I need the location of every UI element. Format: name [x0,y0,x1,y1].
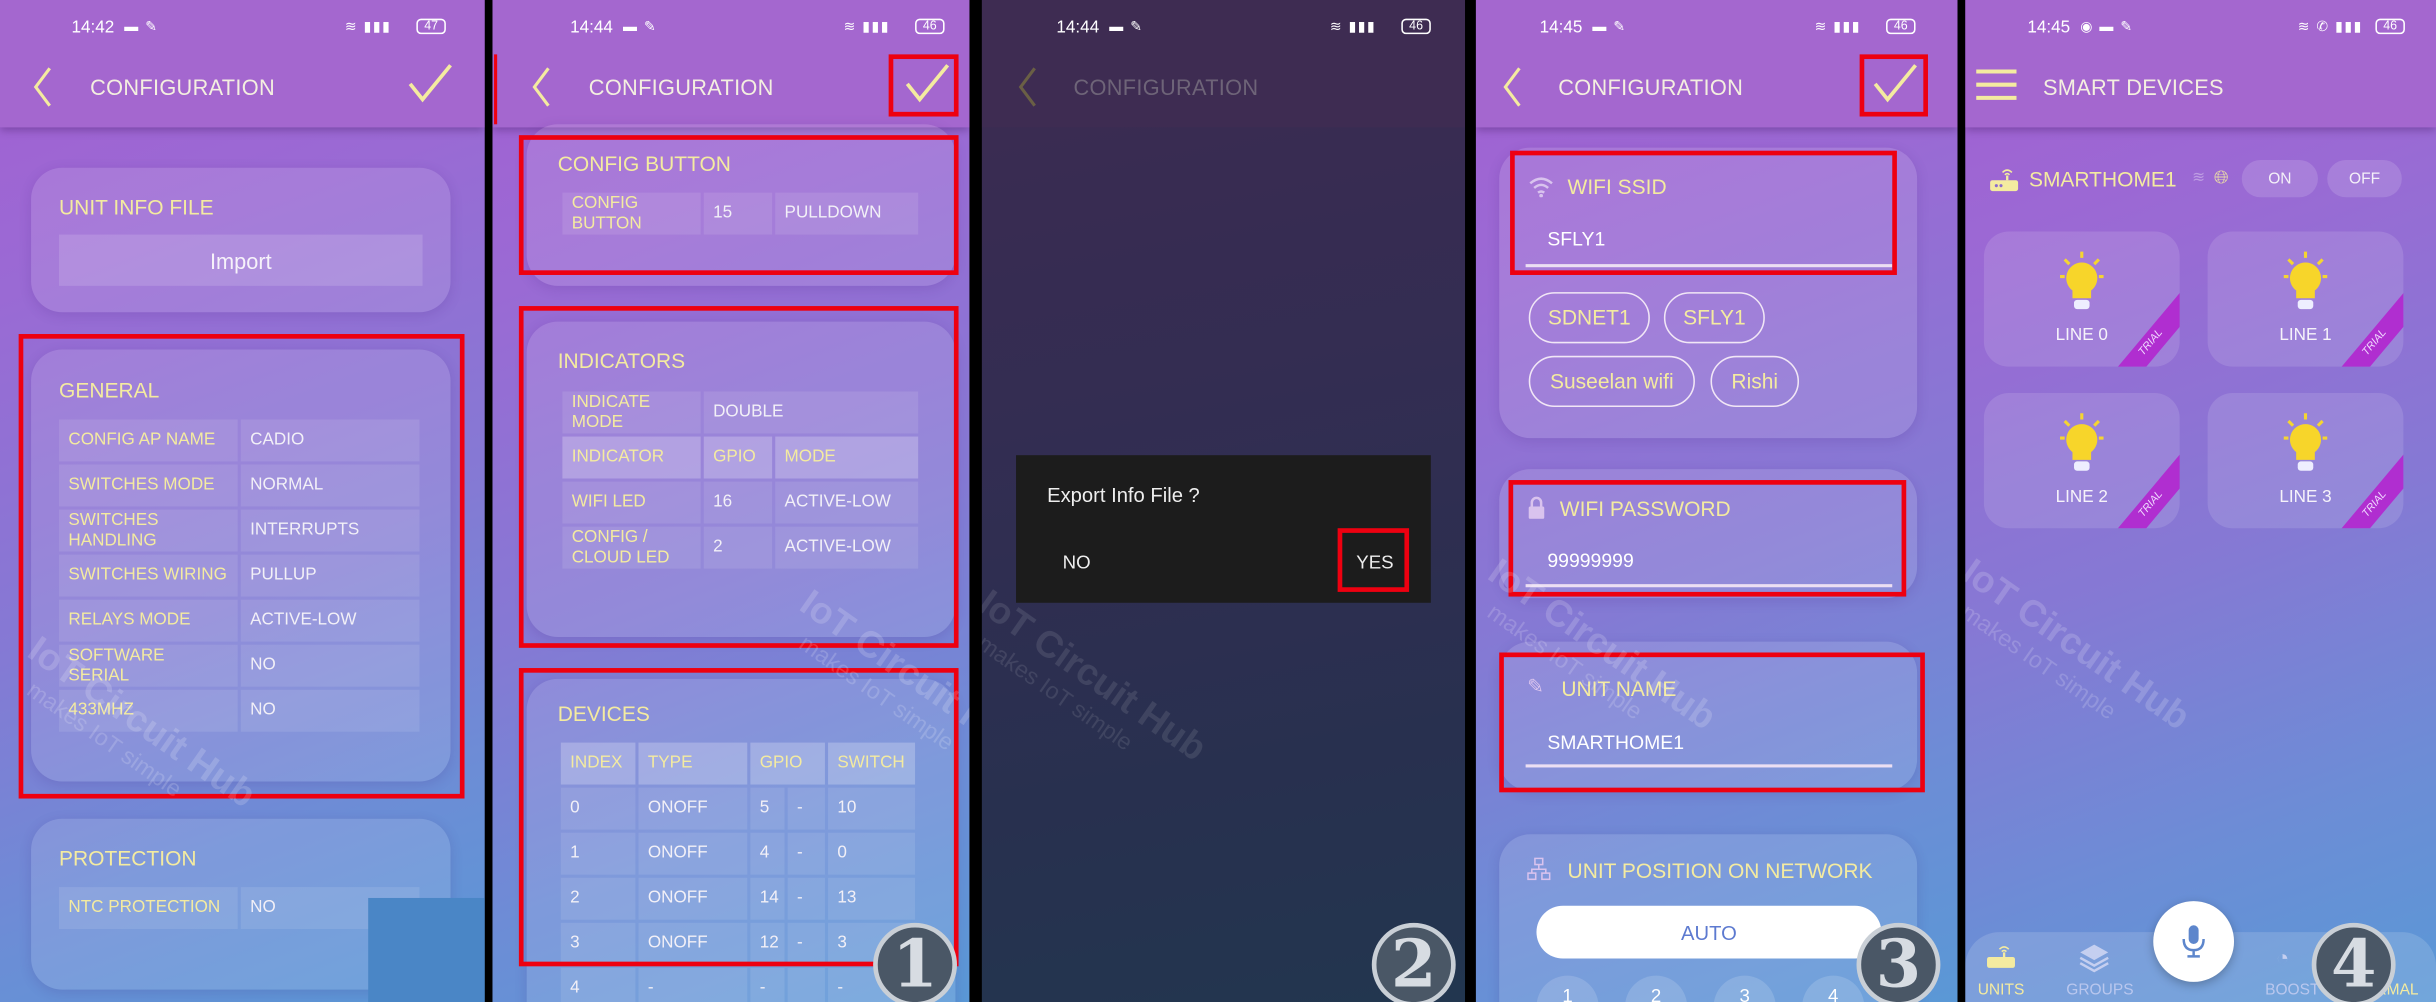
page-title: CONFIGURATION [588,74,774,100]
highlight-box [518,135,959,275]
screen-smart-devices: 14:45 ◉ ▬ ✎ ≋ ✆ ▮▮▮ 46 SMART DEVICES SMA… [1965,0,2436,1002]
tutorial-collage: 14:42 ▬ ✎ ≋ ▮▮▮ 47 CONFIGURATION UNIT IN… [0,0,2436,1002]
protection-title: PROTECTION [59,846,197,870]
screen-configuration-io: 14:44 ▬ ✎ ≋ ▮▮▮ 46 CONFIGURATION CONFIG … [492,0,970,1002]
ssid-suggestion-chip[interactable]: SFLY1 [1663,292,1765,344]
status-time: 14:44 [1056,18,1100,38]
units-nav-icon[interactable] [1985,941,2016,972]
highlight-edge [494,54,498,125]
status-time: 14:42 [71,18,115,38]
voice-button[interactable] [2153,901,2235,982]
unit-on-button[interactable]: ON [2241,160,2318,198]
unit-position-label: UNIT POSITION ON NETWORK [1567,859,1873,883]
table-cell: - [638,967,748,1002]
page-title: CONFIGURATION [1073,74,1259,100]
globe-icon: 🌐︎ [2213,166,2229,188]
device-tile[interactable]: LINE 1 TRIAL [2207,231,2404,367]
highlight-box [518,306,959,648]
highlight-box [1859,54,1928,117]
unit-info-title: UNIT INFO FILE [59,195,214,220]
device-tile[interactable]: LINE 3 TRIAL [2207,393,2404,529]
notification-icons: ▬ ✎ [1592,18,1627,35]
table-cell [787,967,825,1002]
watermark: IoT Circuit Hub makes IoT simple [1965,551,2198,739]
signal-icons: ≋ ▮▮▮ [843,18,891,35]
dialog-message: Export Info File ? [1047,483,1200,507]
highlight-box [518,668,959,967]
protection-table: NTC PROTECTION NO [59,887,420,930]
router-icon [1990,169,2019,192]
microphone-icon [2182,925,2205,958]
battery-indicator: 47 [416,18,446,35]
step-badge: 1 [873,922,957,1002]
page-title: SMART DEVICES [2042,74,2224,100]
highlight-box [1508,480,1907,597]
highlight-box [888,54,959,117]
unit-name: SMARTHOME1 [2028,167,2177,192]
ssid-suggestion-chip[interactable]: Suseelan wifi [1528,355,1695,408]
light-bulb-icon [2060,251,2104,310]
back-chevron-icon[interactable] [530,65,552,108]
layers-icon[interactable] [2079,941,2110,973]
watermark: IoT Circuit Hub makes IoT simple [981,582,1214,770]
device-tile[interactable]: LINE 0 TRIAL [1983,231,2180,367]
signal-icons: ≋ ▮▮▮ [1814,18,1862,35]
screen-configuration-general: 14:42 ▬ ✎ ≋ ▮▮▮ 47 CONFIGURATION UNIT IN… [0,0,485,1002]
export-dialog: Export Info File ? NO YES [1016,455,1431,603]
nav-boost[interactable]: BOOST [2265,982,2319,999]
status-time: 14:45 [2027,18,2071,38]
notification-icons: ▬ ✎ [622,18,658,35]
light-bulb-icon [2283,413,2328,471]
page-title: CONFIGURATION [1558,74,1744,100]
screen-configuration-network: 14:45 ▬ ✎ ≋ ▮▮▮ 46 CONFIGURATION WIFI SS… [1475,0,1958,1002]
battery-indicator: 46 [1886,18,1916,35]
unit-off-button[interactable]: OFF [2327,160,2402,198]
app-header: 14:45 ◉ ▬ ✎ ≋ ✆ ▮▮▮ 46 SMART DEVICES [1965,0,2436,128]
device-tile[interactable]: LINE 2 TRIAL [1983,393,2180,529]
dialog-no-button[interactable]: NO [1063,552,1091,574]
table-row-label: NTC PROTECTION [59,887,238,930]
wifi-status-icon: ≋ [2192,169,2206,187]
battery-indicator: 46 [2375,18,2405,35]
highlight-box [18,334,465,799]
light-bulb-icon [2060,413,2104,471]
screen-export-dialog: 14:44 ▬ ✎ ≋ ▮▮▮ 46 CONFIGURATION Export … [981,0,1466,1002]
highlight-box [1337,528,1410,592]
status-time: 14:45 [1539,18,1583,38]
signal-icons: ≋ ✆ ▮▮▮ [2297,18,2363,35]
confirm-check-icon[interactable] [407,62,454,103]
highlight-box [1510,150,1897,275]
battery-indicator: 46 [1401,18,1431,35]
app-header: 14:42 ▬ ✎ ≋ ▮▮▮ 47 CONFIGURATION [0,0,485,128]
hamburger-menu-icon[interactable] [1976,68,2017,101]
step-badge: 2 [1371,922,1456,1002]
notification-icons: ▬ ✎ [124,18,159,35]
highlight-box [1499,652,1925,793]
nav-groups[interactable]: GROUPS [2066,982,2133,999]
back-chevron-icon[interactable] [31,65,53,108]
import-button[interactable]: Import [59,234,423,286]
network-icon [1527,857,1551,881]
page-title: CONFIGURATION [90,74,276,100]
step-badge: 3 [1856,922,1941,1002]
speedometer-icon[interactable]: ◔ [2276,945,2289,970]
nav-units[interactable]: UNITS [1978,982,2025,999]
ssid-suggestion-chip[interactable]: Rishi [1710,355,1800,408]
signal-icons: ≋ ▮▮▮ [1329,18,1377,35]
signal-icons: ≋ ▮▮▮ [344,18,392,35]
light-bulb-icon [2283,251,2328,310]
battery-indicator: 46 [915,18,945,35]
step-badge: 4 [2311,922,2396,1002]
notification-icons: ▬ ✎ [1109,18,1144,35]
notification-icons: ◉ ▬ ✎ [2080,18,2134,35]
back-chevron-icon[interactable] [1501,65,1523,108]
auto-position-button[interactable]: AUTO [1536,905,1882,959]
table-cell: 4 [560,967,636,1002]
overlay-square [368,897,485,1002]
back-chevron-icon [1018,67,1036,107]
app-header: 14:44 ▬ ✎ ≋ ▮▮▮ 46 CONFIGURATION [981,0,1466,128]
status-time: 14:44 [570,18,613,38]
table-cell: - [750,967,785,1002]
ssid-suggestion-chip[interactable]: SDNET1 [1528,292,1650,344]
